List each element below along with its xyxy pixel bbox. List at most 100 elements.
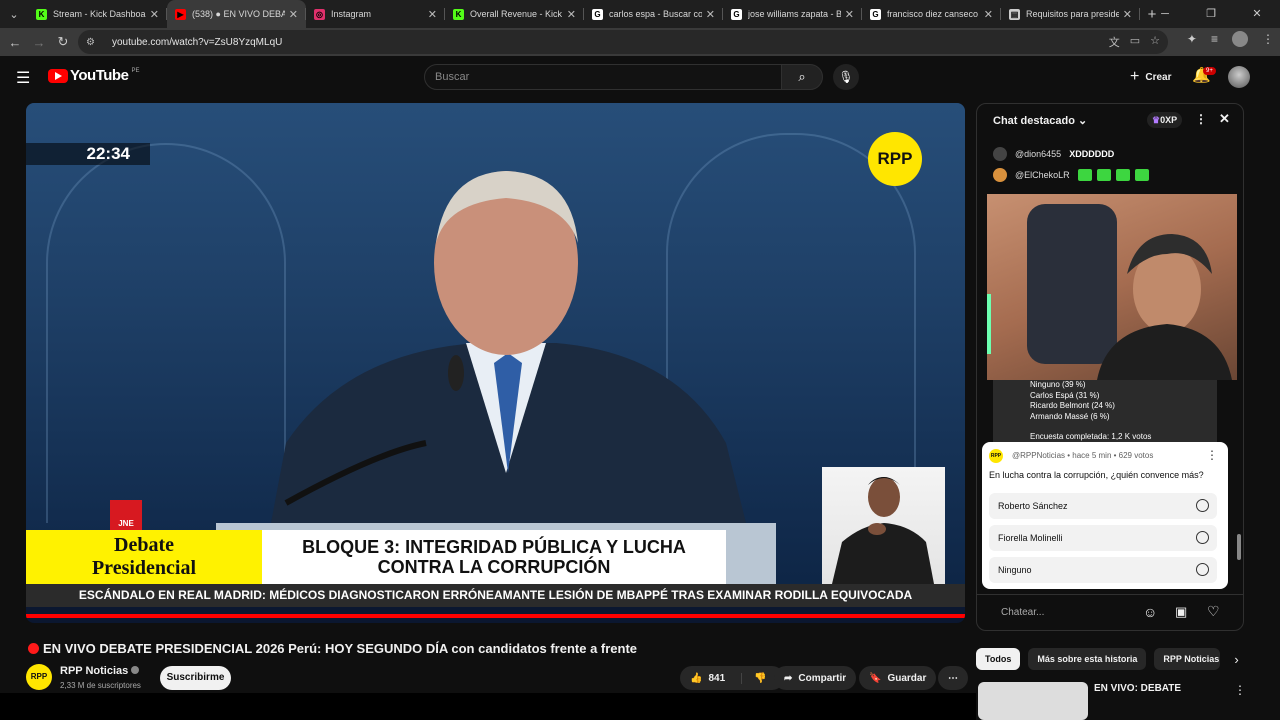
subscribe-button[interactable]: Suscribirme <box>160 666 231 690</box>
site-info-icon[interactable]: ⚙ <box>86 37 100 48</box>
more-actions-button[interactable]: ⋯ <box>938 666 968 690</box>
browser-tab[interactable]: Gcarlos espa - Buscar con Google ✕ <box>584 0 723 28</box>
create-button[interactable]: + Crear <box>1122 64 1179 90</box>
chat-username[interactable]: @dion6455 <box>1015 149 1061 159</box>
menu-icon[interactable]: ☰ <box>16 68 30 88</box>
video-title-text: EN VIVO DEBATE PRESIDENCIAL 2026 Perú: H… <box>43 641 638 656</box>
user-avatar[interactable] <box>993 168 1007 182</box>
like-dislike-group: 👍 841 👎 <box>680 666 784 690</box>
browser-tab[interactable]: ◎ Instagram ✕ <box>306 0 445 28</box>
related-chips: Todos Más sobre esta historia RPP Notici… <box>976 648 1239 670</box>
radio-icon <box>1196 563 1209 576</box>
emote-icon <box>1134 169 1149 181</box>
close-window-icon[interactable]: ✕ <box>1234 0 1280 28</box>
block-banner: BLOQUE 3: INTEGRIDAD PÚBLICA Y LUCHA CON… <box>262 530 726 584</box>
emote-icon <box>1096 169 1111 181</box>
extensions-icon[interactable]: ✦ <box>1187 32 1197 46</box>
browser-tab[interactable]: K Overall Revenue - Kick Dashboard ✕ <box>445 0 584 28</box>
browser-tab[interactable]: ▶ (538) ● EN VIVO DEBATE PRESIDENCIAL ✕ <box>167 0 306 28</box>
close-chat-icon[interactable]: ✕ <box>1219 111 1230 127</box>
chip-more-story[interactable]: Más sobre esta historia <box>1028 648 1147 670</box>
poll-option-label: Roberto Sánchez <box>998 501 1068 511</box>
like-button[interactable]: 👍 841 <box>680 672 742 684</box>
close-tab-icon[interactable]: ✕ <box>1123 8 1132 21</box>
youtube-logo[interactable]: YouTube PE <box>48 67 139 84</box>
video-player[interactable]: 22:34 RPP JNE Debate Presidencial BLOQUE… <box>26 103 965 623</box>
url-text: youtube.com/watch?v=ZsU8YzqMLqU <box>112 36 283 48</box>
recommendation-menu-icon[interactable]: ⋮ <box>1234 683 1246 697</box>
recommendation-thumbnail[interactable] <box>978 682 1088 720</box>
media-controls-icon[interactable]: ≡ <box>1211 32 1218 46</box>
heart-icon[interactable]: ♡ <box>1207 603 1220 620</box>
result-line: Armando Massé (6 %) <box>1030 411 1110 421</box>
poll-option[interactable]: Roberto Sánchez <box>989 493 1217 519</box>
close-tab-icon[interactable]: ✕ <box>845 8 854 21</box>
radio-icon <box>1196 499 1209 512</box>
reload-icon[interactable]: ↻ <box>51 34 75 50</box>
browser-menu-icon[interactable]: ⋮ <box>1262 32 1274 46</box>
emoji-icon[interactable]: ☺ <box>1143 604 1157 620</box>
poll-menu-icon[interactable]: ⋮ <box>1206 448 1218 462</box>
search-icon[interactable]: ⌕ <box>781 64 823 90</box>
chevron-right-icon[interactable]: › <box>1234 652 1238 667</box>
tab-search-icon[interactable]: ⌄ <box>0 0 28 28</box>
back-icon[interactable]: ← <box>3 35 27 50</box>
chat-message: @dion6455 XDDDDDD <box>993 147 1114 161</box>
browser-tab[interactable]: Gjose williams zapata - Buscar con Googl… <box>723 0 862 28</box>
search-input[interactable]: Buscar <box>424 64 782 90</box>
tab-title: Stream - Kick Dashboard <box>53 9 146 19</box>
save-button[interactable]: 🔖 Guardar <box>859 666 937 690</box>
share-label: Compartir <box>798 672 847 684</box>
debate-banner: Debate Presidencial <box>26 530 262 584</box>
dislike-button[interactable]: 👎 <box>742 673 766 684</box>
user-avatar[interactable] <box>993 147 1007 161</box>
chip-all[interactable]: Todos <box>976 648 1021 670</box>
result-line: Ninguno (39 %) <box>1030 380 1086 389</box>
chat-username[interactable]: @ElChekoLR <box>1015 170 1070 180</box>
chat-input[interactable]: Chatear... <box>991 602 1141 624</box>
poll-option-label: Ninguno <box>998 565 1032 575</box>
tab-title: Requisitos para presidente <box>1026 9 1119 19</box>
browser-tab[interactable]: K Stream - Kick Dashboard ✕ <box>28 0 167 28</box>
emote-icon <box>1115 169 1130 181</box>
close-tab-icon[interactable]: ✕ <box>706 8 715 21</box>
close-tab-icon[interactable]: ✕ <box>567 8 576 21</box>
live-chat-panel: Chat destacado ⌄ ♛0XP ⋮ ✕ @dion6455 XDDD… <box>976 103 1244 631</box>
chat-scrollbar[interactable] <box>1237 534 1241 560</box>
cast-icon[interactable]: ▭ <box>1130 34 1140 50</box>
account-avatar[interactable] <box>1228 66 1250 88</box>
close-tab-icon[interactable]: ✕ <box>289 8 298 21</box>
bookmark-star-icon[interactable]: ☆ <box>1150 34 1160 50</box>
url-field[interactable]: ⚙ youtube.com/watch?v=ZsU8YzqMLqU 文 ▭ ☆ <box>78 30 1168 54</box>
tab-favicon-icon: ◎ <box>314 8 325 20</box>
chat-mode-dropdown[interactable]: Chat destacado ⌄ <box>993 114 1087 127</box>
close-tab-icon[interactable]: ✕ <box>984 8 993 21</box>
mic-icon[interactable]: 🎙 <box>833 64 859 90</box>
poll-option[interactable]: Ninguno <box>989 557 1217 583</box>
chat-menu-icon[interactable]: ⋮ <box>1195 112 1207 126</box>
translate-icon[interactable]: 文 <box>1109 34 1120 50</box>
progress-bar[interactable] <box>26 614 965 618</box>
browser-tab[interactable]: ▤ Requisitos para presidente ✕ <box>1001 0 1140 28</box>
browser-tab[interactable]: Gfrancisco diez canseco - Buscar con Goo… <box>862 0 1001 28</box>
points-value: 0XP <box>1160 115 1178 125</box>
interpreter-figure <box>832 477 934 584</box>
channel-avatar[interactable]: RPP <box>26 664 52 690</box>
profile-avatar[interactable] <box>1232 31 1248 47</box>
recommendation-title[interactable]: EN VIVO: DEBATE <box>1094 683 1181 694</box>
youtube-header: ☰ YouTube PE Buscar ⌕ 🎙 + Crear 🔔 9+ <box>0 56 1280 98</box>
block-line-2: CONTRA LA CORRUPCIÓN <box>377 557 611 577</box>
minimize-icon[interactable]: ─ <box>1142 0 1188 28</box>
super-chat-icon[interactable]: ▣ <box>1175 604 1187 620</box>
points-badge[interactable]: ♛0XP <box>1147 112 1183 128</box>
window-controls: ─ ❐ ✕ <box>1142 0 1280 28</box>
close-tab-icon[interactable]: ✕ <box>428 8 437 21</box>
share-button[interactable]: ➦ Compartir <box>774 666 857 690</box>
forward-icon[interactable]: → <box>27 35 51 50</box>
channel-name[interactable]: RPP Noticias <box>60 665 140 677</box>
restore-icon[interactable]: ❐ <box>1188 0 1234 28</box>
poll-option[interactable]: Fiorella Molinelli <box>989 525 1217 551</box>
close-tab-icon[interactable]: ✕ <box>150 8 159 21</box>
chip-rpp[interactable]: RPP Noticias <box>1154 648 1221 670</box>
tab-favicon-icon: G <box>870 8 881 20</box>
